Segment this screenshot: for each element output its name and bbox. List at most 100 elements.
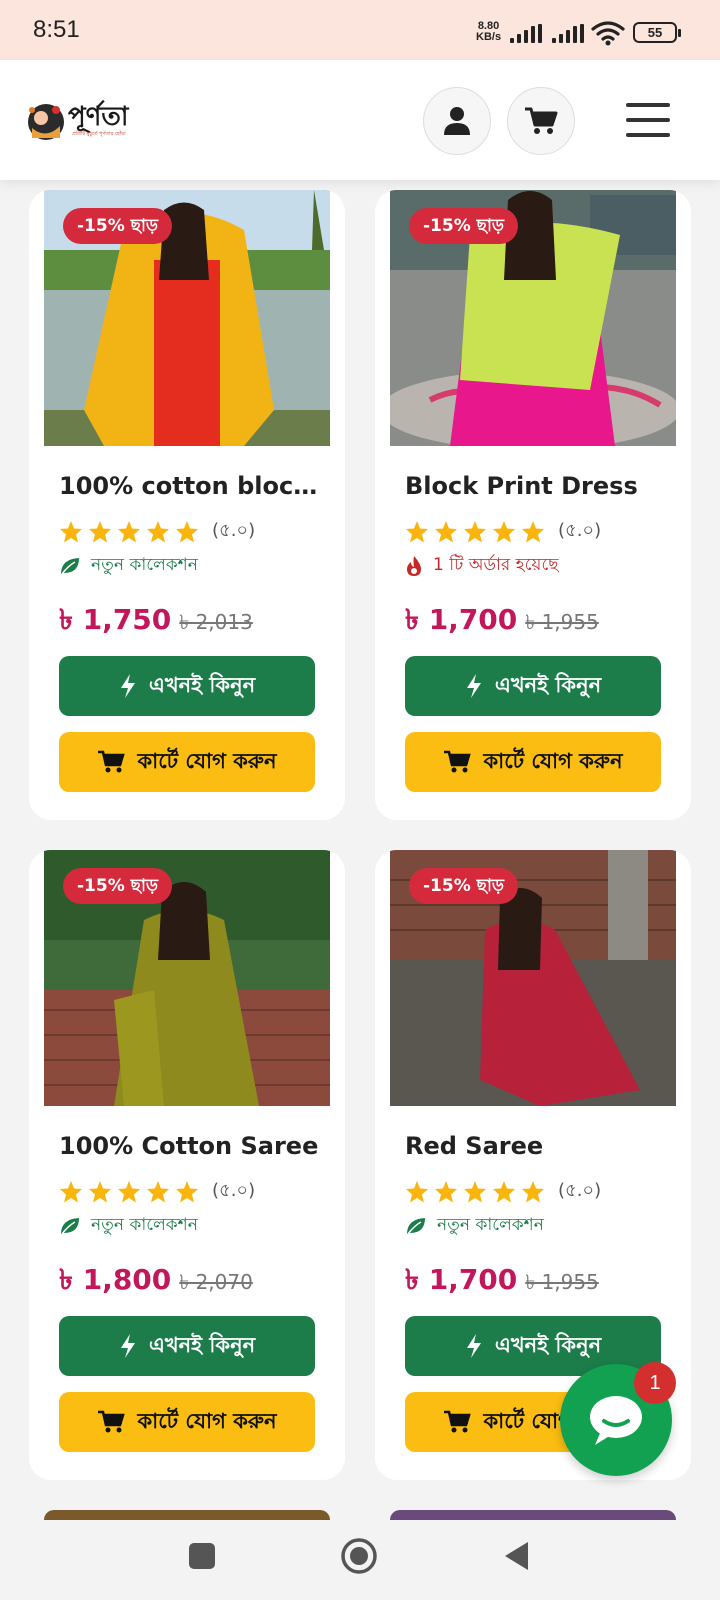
- next-product-peek: [390, 1510, 676, 1520]
- product-price: ৳ 1,700 ৳ 1,955: [405, 1258, 599, 1305]
- logo-emblem-icon: [28, 104, 64, 140]
- discount-badge: -15% ছাড়: [63, 208, 173, 244]
- star-icon: [118, 1180, 140, 1202]
- discount-badge: -15% ছাড়: [409, 868, 519, 904]
- product-price: ৳ 1,750 ৳ 2,013: [59, 598, 253, 645]
- star-icon: [435, 1180, 457, 1202]
- product-image[interactable]: -15% ছাড়: [390, 190, 676, 446]
- lightning-icon: [466, 674, 481, 698]
- star-icon: [522, 520, 544, 542]
- old-price: ৳ 1,955: [525, 1270, 599, 1294]
- star-icon: [406, 520, 428, 542]
- product-image[interactable]: -15% ছাড়: [390, 850, 676, 1106]
- star-icon: [493, 1180, 515, 1202]
- leaf-icon: [61, 558, 79, 575]
- current-price: ৳ 1,750: [59, 603, 172, 636]
- star-icon: [464, 520, 486, 542]
- buy-now-button[interactable]: এখনই কিনুন: [405, 656, 661, 716]
- star-icon: [147, 1180, 169, 1202]
- rating-text: (৫.০): [212, 520, 256, 541]
- rating-text: (৫.০): [558, 1180, 602, 1201]
- star-icon: [118, 520, 140, 542]
- account-button[interactable]: [423, 87, 491, 155]
- chat-icon: [590, 1396, 642, 1445]
- rating-text: (৫.০): [212, 1180, 256, 1201]
- lightning-icon: [466, 1334, 481, 1358]
- cart-icon: [444, 1410, 472, 1433]
- battery-icon: 55: [633, 22, 681, 43]
- cart-icon: [444, 750, 472, 773]
- chat-notification-badge: 1: [634, 1362, 676, 1404]
- orders-tag: 1 টি অর্ডার হয়েছে: [405, 552, 559, 580]
- star-icon: [522, 1180, 544, 1202]
- site-header: পূর্ণতা প্রতিটি মুহূর্তে পূর্ণতার ছোঁয়া: [0, 60, 720, 180]
- product-title[interactable]: Block Print Dress: [405, 472, 665, 500]
- buy-now-button[interactable]: এখনই কিনুন: [59, 656, 315, 716]
- star-icon: [406, 1180, 428, 1202]
- cart-icon: [525, 107, 558, 134]
- product-image[interactable]: -15% ছাড়: [44, 850, 330, 1106]
- leaf-icon: [61, 1218, 79, 1235]
- current-price: ৳ 1,700: [405, 1263, 518, 1296]
- signal-icon: [510, 24, 542, 43]
- discount-badge: -15% ছাড়: [63, 868, 173, 904]
- star-icon: [60, 520, 82, 542]
- star-icon: [89, 1180, 111, 1202]
- navigation-bar: [0, 1522, 720, 1600]
- old-price: ৳ 1,955: [525, 610, 599, 634]
- add-to-cart-button[interactable]: কার্টে যোগ করুন: [59, 732, 315, 792]
- discount-badge: -15% ছাড়: [409, 208, 519, 244]
- star-icon: [435, 520, 457, 542]
- status-bar: 8:51 8.80 KB/s 55: [0, 0, 720, 60]
- signal-icon: [552, 24, 584, 43]
- star-icon: [493, 520, 515, 542]
- cart-icon: [98, 1410, 126, 1433]
- cart-button[interactable]: [507, 87, 575, 155]
- status-time: 8:51: [33, 16, 80, 43]
- buy-now-button[interactable]: এখনই কিনুন: [59, 1316, 315, 1376]
- lightning-icon: [120, 1334, 135, 1358]
- new-collection-tag: নতুন কালেকশন: [59, 1212, 198, 1240]
- product-rating: (৫.০): [59, 1176, 255, 1207]
- product-image[interactable]: -15% ছাড়: [44, 190, 330, 446]
- star-icon: [60, 1180, 82, 1202]
- product-title[interactable]: 100% cotton block ...: [59, 472, 319, 500]
- new-collection-tag: নতুন কালেকশন: [59, 552, 198, 580]
- product-title[interactable]: 100% Cotton Saree: [59, 1132, 319, 1160]
- product-title[interactable]: Red Saree: [405, 1132, 665, 1160]
- wifi-icon: [591, 21, 625, 46]
- cart-icon: [98, 750, 126, 773]
- old-price: ৳ 2,013: [179, 610, 253, 634]
- new-collection-tag: নতুন কালেকশন: [405, 1212, 544, 1240]
- menu-icon: [626, 103, 670, 107]
- home-icon[interactable]: [340, 1537, 378, 1575]
- user-icon: [444, 107, 470, 135]
- back-icon[interactable]: [502, 1540, 530, 1572]
- add-to-cart-button[interactable]: কার্টে যোগ করুন: [405, 732, 661, 792]
- product-rating: (৫.০): [405, 1176, 601, 1207]
- network-speed: 8.80 KB/s: [476, 20, 502, 43]
- star-icon: [89, 520, 111, 542]
- recents-icon[interactable]: [188, 1542, 216, 1570]
- lightning-icon: [120, 674, 135, 698]
- site-logo[interactable]: পূর্ণতা প্রতিটি মুহূর্তে পূর্ণতার ছোঁয়া: [22, 92, 132, 152]
- product-rating: (৫.০): [405, 516, 601, 547]
- old-price: ৳ 2,070: [179, 1270, 253, 1294]
- logo-tagline: প্রতিটি মুহূর্তে পূর্ণতার ছোঁয়া: [72, 131, 126, 137]
- product-card[interactable]: -15% ছাড় 100% Cotton Saree (৫.০) নতুন ক…: [29, 850, 345, 1480]
- rating-text: (৫.০): [558, 520, 602, 541]
- star-icon: [176, 1180, 198, 1202]
- leaf-icon: [407, 1218, 425, 1235]
- add-to-cart-button[interactable]: কার্টে যোগ করুন: [59, 1392, 315, 1452]
- product-rating: (৫.০): [59, 516, 255, 547]
- current-price: ৳ 1,800: [59, 1263, 172, 1296]
- current-price: ৳ 1,700: [405, 603, 518, 636]
- star-icon: [464, 1180, 486, 1202]
- star-icon: [147, 520, 169, 542]
- product-card[interactable]: -15% ছাড় Block Print Dress (৫.০) 1 টি অ…: [375, 190, 691, 820]
- star-icon: [176, 520, 198, 542]
- fire-icon: [407, 556, 421, 576]
- menu-button[interactable]: [626, 103, 670, 137]
- product-price: ৳ 1,700 ৳ 1,955: [405, 598, 599, 645]
- product-card[interactable]: -15% ছাড় 100% cotton block ... (৫.০) নত…: [29, 190, 345, 820]
